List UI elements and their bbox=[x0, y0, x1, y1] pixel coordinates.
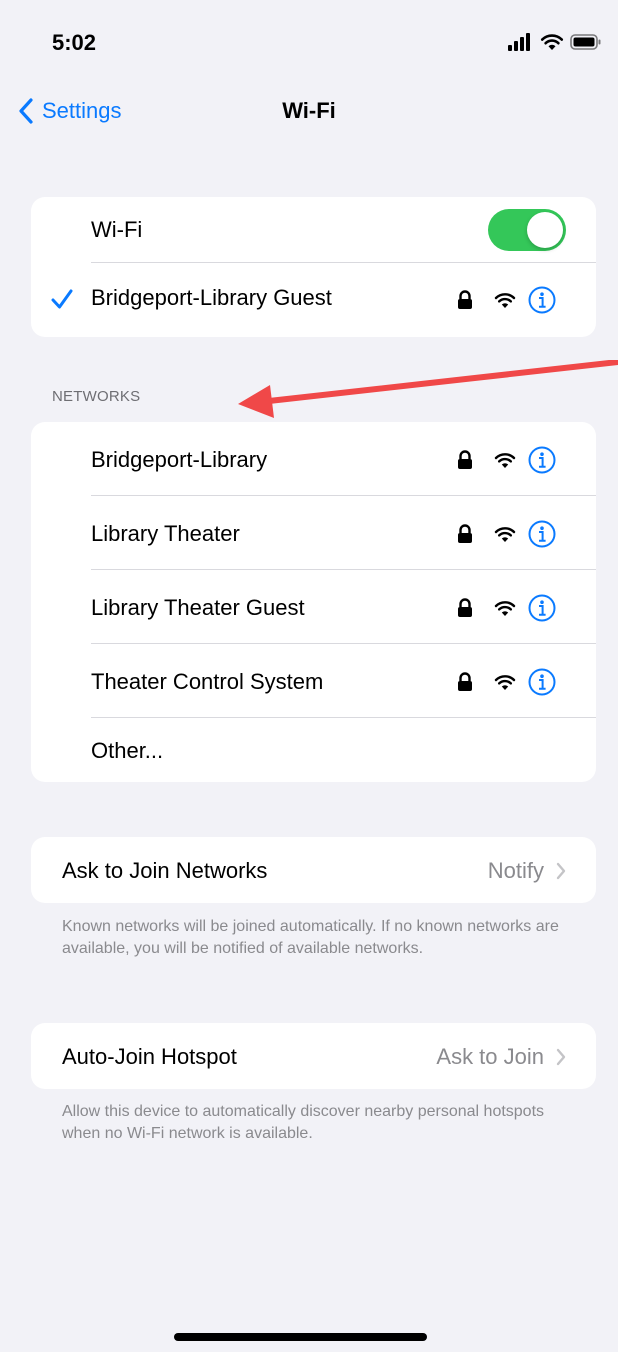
network-name: Theater Control System bbox=[91, 669, 324, 694]
lock-icon bbox=[458, 598, 472, 617]
network-row[interactable]: Bridgeport-Library bbox=[31, 422, 596, 496]
chevron-right-icon bbox=[556, 1048, 566, 1066]
wifi-signal-icon bbox=[494, 675, 516, 690]
network-row[interactable]: Theater Control System bbox=[31, 644, 596, 718]
ask-to-join-footer: Known networks will be joined automatica… bbox=[62, 918, 559, 957]
status-icons bbox=[508, 30, 602, 54]
connected-network-row[interactable]: Bridgeport-Library Guest bbox=[31, 263, 596, 337]
ask-to-join-label: Ask to Join Networks bbox=[62, 858, 268, 883]
lock-icon bbox=[458, 672, 472, 691]
auto-join-hotspot-footer: Allow this device to automatically disco… bbox=[62, 1103, 545, 1142]
home-indicator[interactable] bbox=[174, 1333, 427, 1341]
info-icon[interactable] bbox=[528, 520, 556, 548]
networks-card: Bridgeport-Library Library Theater Libra… bbox=[31, 422, 596, 782]
lock-icon bbox=[458, 524, 472, 543]
ask-to-join-row[interactable]: Ask to Join Networks Notify bbox=[31, 837, 596, 903]
wifi-card: Wi-Fi Bridgeport-Library Guest bbox=[31, 197, 596, 337]
network-row[interactable]: Library Theater Guest bbox=[31, 570, 596, 644]
info-icon[interactable] bbox=[528, 446, 556, 474]
auto-join-hotspot-value: Ask to Join bbox=[436, 1044, 544, 1069]
wifi-signal-icon bbox=[494, 293, 516, 308]
cellular-signal-icon bbox=[508, 33, 530, 51]
network-name: Library Theater Guest bbox=[91, 595, 305, 620]
page-title: Wi-Fi bbox=[282, 98, 336, 123]
wifi-toggle-switch[interactable] bbox=[488, 209, 566, 251]
wifi-signal-icon bbox=[494, 527, 516, 542]
info-icon[interactable] bbox=[528, 286, 556, 314]
lock-icon bbox=[458, 290, 472, 309]
wifi-signal-icon bbox=[494, 453, 516, 468]
wifi-signal-icon bbox=[494, 601, 516, 616]
network-name: Bridgeport-Library bbox=[91, 447, 268, 472]
info-icon[interactable] bbox=[528, 668, 556, 696]
info-icon[interactable] bbox=[528, 594, 556, 622]
other-network-label: Other... bbox=[91, 738, 164, 763]
wifi-status-icon bbox=[540, 34, 564, 50]
other-network-row[interactable]: Other... bbox=[31, 718, 596, 782]
annotation-arrow bbox=[238, 360, 618, 418]
network-row[interactable]: Library Theater bbox=[31, 496, 596, 570]
ask-to-join-value: Notify bbox=[487, 858, 544, 883]
wifi-toggle-row: Wi-Fi bbox=[31, 197, 596, 263]
status-time: 5:02 bbox=[52, 30, 97, 55]
network-name: Library Theater bbox=[91, 521, 240, 546]
checkmark-icon bbox=[51, 289, 73, 309]
chevron-right-icon bbox=[556, 862, 566, 880]
connected-network-name: Bridgeport-Library Guest bbox=[91, 285, 332, 310]
wifi-toggle-label: Wi-Fi bbox=[91, 217, 143, 242]
networks-header: NETWORKS bbox=[52, 388, 141, 405]
auto-join-hotspot-row[interactable]: Auto-Join Hotspot Ask to Join bbox=[31, 1023, 596, 1089]
battery-icon bbox=[570, 34, 601, 50]
lock-icon bbox=[458, 450, 472, 469]
auto-join-hotspot-label: Auto-Join Hotspot bbox=[62, 1044, 237, 1069]
toggle-knob bbox=[527, 212, 563, 248]
